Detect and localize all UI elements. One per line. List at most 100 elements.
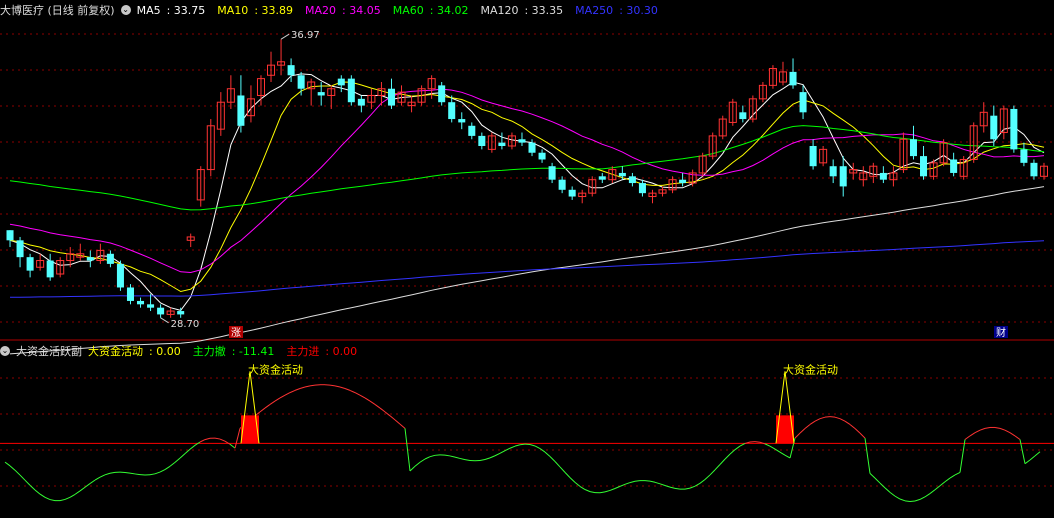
flow-line — [399, 423, 406, 429]
candle-body — [448, 102, 456, 120]
flow-line — [449, 455, 456, 458]
candle-body — [568, 189, 576, 197]
flow-line — [99, 474, 106, 478]
flow-line — [304, 385, 311, 388]
candle-body — [46, 260, 54, 278]
stock-chart[interactable]: 36.97 28.70 涨 财大资金活动 大资金活动 — [0, 0, 1054, 518]
high-price-label: 36.97 — [291, 30, 320, 41]
flow-line — [709, 469, 716, 476]
marker-right: 财 — [996, 326, 1006, 339]
flow-line — [484, 457, 491, 460]
candle-body — [6, 230, 14, 241]
flow-line — [854, 428, 861, 434]
candle-body — [598, 176, 606, 180]
flow-line — [1014, 435, 1021, 440]
flow-line — [59, 498, 66, 502]
flow-line — [669, 486, 676, 489]
flow-line — [879, 482, 886, 489]
candle-body — [177, 311, 185, 315]
ma10-line — [9, 81, 1045, 293]
flow-line — [364, 397, 371, 402]
candle-body — [26, 257, 34, 271]
candle-body — [1010, 108, 1018, 150]
flow-line — [609, 488, 616, 491]
candle-body — [548, 166, 556, 180]
flow-line — [429, 454, 436, 458]
flow-line — [774, 448, 781, 453]
flow-line — [859, 432, 866, 439]
ma5-label: MA5: 33.75 — [136, 3, 206, 17]
main-out-label: 主力撤: -11.41 — [192, 345, 275, 358]
candle-body — [628, 176, 636, 184]
marker-left: 涨 — [231, 327, 241, 339]
flow-line — [174, 457, 181, 463]
flow-line — [214, 437, 221, 440]
candle-body — [116, 263, 124, 288]
flow-line — [649, 480, 656, 483]
flow-line — [94, 476, 101, 481]
flow-line — [799, 428, 806, 434]
flow-line — [659, 483, 666, 486]
flow-line — [599, 491, 606, 494]
flow-line — [804, 424, 811, 429]
low-price-label: 28.70 — [171, 319, 200, 330]
candle-body — [106, 253, 114, 264]
flow-line — [899, 498, 906, 502]
flow-line — [969, 432, 976, 437]
flow-line — [259, 407, 266, 413]
flow-line — [604, 489, 611, 493]
flow-line — [309, 384, 316, 387]
flow-line — [414, 461, 421, 467]
candle-body — [468, 125, 476, 136]
flow-line — [164, 465, 171, 470]
flow-line — [339, 386, 346, 390]
candle-body — [387, 88, 395, 106]
flow-line — [34, 489, 41, 495]
flow-line — [974, 429, 981, 434]
flow-line — [489, 455, 496, 459]
candle-body — [126, 287, 134, 301]
flow-line — [924, 493, 931, 498]
candle-body — [237, 95, 245, 126]
flow-line — [29, 484, 36, 491]
flow-line — [699, 479, 706, 484]
candle-body — [809, 146, 817, 167]
flow-line — [379, 407, 386, 413]
flow-line — [19, 474, 26, 481]
candle-body — [990, 115, 998, 140]
ma60-line — [9, 125, 1045, 211]
flow-line — [14, 469, 21, 476]
candle-body — [909, 139, 917, 157]
dropdown-icon[interactable]: ⌄ — [120, 5, 131, 15]
flow-line — [409, 465, 416, 472]
flow-line — [869, 473, 876, 479]
candle-body — [920, 156, 928, 177]
flow-line — [519, 443, 526, 446]
flow-line — [979, 427, 986, 431]
flow-line — [354, 392, 361, 396]
flow-line — [549, 456, 556, 462]
flow-line — [949, 474, 956, 479]
candle-body — [638, 183, 646, 194]
candle-body — [789, 71, 797, 86]
flow-line — [814, 418, 821, 422]
flow-line — [724, 453, 731, 460]
flow-line — [624, 482, 631, 485]
flow-line — [394, 419, 401, 425]
flow-line — [714, 464, 721, 471]
flow-line — [684, 487, 691, 490]
signal-label: 大资金活动 — [248, 362, 303, 376]
flow-line — [1029, 455, 1036, 461]
candle-body — [157, 307, 165, 315]
flow-line — [264, 404, 271, 409]
dropdown-icon[interactable]: ⌄ — [0, 346, 10, 356]
sub-panel-header: ⌄ 大资金活跃副 大资金活动: 0.00 主力撤: -11.41 主力进: 0.… — [0, 343, 369, 359]
flow-line — [754, 441, 761, 443]
flow-line — [84, 483, 91, 488]
candle-body — [538, 152, 546, 160]
flow-line — [269, 400, 276, 405]
flow-line — [809, 420, 816, 425]
candle-body — [679, 179, 687, 184]
ma10-label: MA10: 33.89 — [217, 3, 294, 17]
candle-body — [147, 304, 155, 308]
